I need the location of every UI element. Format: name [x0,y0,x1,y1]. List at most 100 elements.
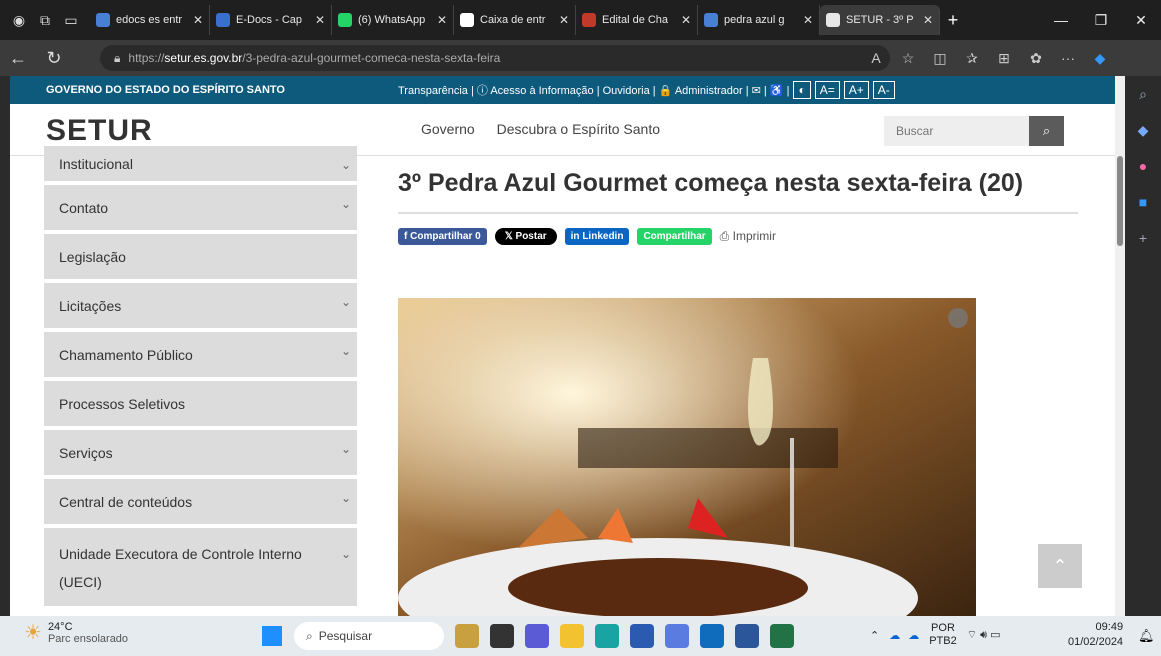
browser-tab[interactable]: SETUR - 3º P ✕ [820,5,940,35]
favorite-star-icon[interactable]: ☆ [892,50,924,67]
onedrive-icon[interactable]: ☁ [889,629,900,642]
x-post-button[interactable]: 𝕏 Postar [494,228,557,245]
facebook-share-button[interactable]: f Compartilhar 0 [398,228,487,245]
sidebar-item-label: Licitações [59,297,122,314]
copilot-icon[interactable]: ◆ [1084,50,1116,67]
site-search: ⌕ [884,116,1064,146]
tab-actions-icon[interactable]: ▭ [58,7,84,33]
file-explorer-icon[interactable] [560,624,584,648]
notification-bell-icon[interactable]: 🔔︎ [1138,628,1155,644]
url-field[interactable]: 🔒︎ https://setur.es.gov.br/3-pedra-azul-… [100,45,890,71]
add-icon[interactable]: + [1125,220,1161,256]
sidebar-item[interactable]: Serviços ⌄ [44,430,357,475]
sidebar-item[interactable]: Processos Seletivos [44,381,357,426]
tab-close-icon[interactable]: ✕ [193,13,203,27]
word-icon[interactable] [735,624,759,648]
chevron-down-icon[interactable]: ⌄ [341,442,351,456]
font-reset-button[interactable]: A= [814,81,840,99]
weather-widget[interactable]: ☀ 24°C Parc ensolarado [24,620,128,645]
browser-tabbar: ◉ ⧉ ▭ edocs es entr ✕ E-Docs - Cap ✕ (6) Wha… [0,0,1161,40]
browser-tab[interactable]: E-Docs - Cap ✕ [210,5,332,35]
minimize-icon[interactable]: — [1041,12,1081,28]
top-links[interactable]: Transparência | ⓘ Acesso à Informação | … [398,82,789,98]
profile-icon[interactable]: ◉ [6,7,32,33]
browser-tab[interactable]: (6) WhatsApp ✕ [332,5,454,35]
lang-code[interactable]: POR [929,622,957,635]
onedrive-icon[interactable]: ☁ [908,629,919,642]
page-scrollbar[interactable] [1115,76,1125,616]
outlook-icon[interactable] [700,624,724,648]
chevron-down-icon[interactable]: ⌄ [341,295,351,309]
windows-start-icon[interactable] [262,626,282,646]
edge-icon[interactable] [595,624,619,648]
chevron-down-icon[interactable]: ⌄ [341,158,351,172]
app-icon[interactable] [490,624,514,648]
chevron-down-icon[interactable]: ⌄ [341,491,351,505]
close-icon[interactable]: ✕ [1121,12,1161,29]
menu-governo[interactable]: Governo [421,121,475,137]
back-icon[interactable]: ← [0,48,36,69]
app-icon[interactable] [630,624,654,648]
tab-close-icon[interactable]: ✕ [437,13,447,27]
sidebar-item-label: Central de conteúdos [59,493,193,510]
browser-tab[interactable]: Caixa de entr ✕ [454,5,576,35]
sidebar-item[interactable]: Institucional ⌄ [44,146,357,181]
linkedin-share-button[interactable]: in Linkedin [564,228,630,245]
font-decrease-button[interactable]: A- [872,81,895,99]
sidebar-item[interactable]: Contato ⌄ [44,185,357,230]
menu-descubra[interactable]: Descubra o Espírito Santo [497,121,660,137]
games-icon[interactable]: ● [1125,148,1161,184]
browser-tab[interactable]: pedra azul g ✕ [698,5,820,35]
sidebar-item[interactable]: Unidade Executora de Controle Interno (U… [44,528,357,606]
article-photo[interactable] [398,298,976,616]
tab-close-icon[interactable]: ✕ [681,13,691,27]
back-to-top-button[interactable]: ⌃ [1038,544,1082,588]
tab-close-icon[interactable]: ✕ [315,13,325,27]
favorites-icon[interactable]: ✰ [956,50,988,67]
search-button[interactable]: ⌕ [1029,116,1064,146]
excel-icon[interactable] [770,624,794,648]
whatsapp-share-button[interactable]: Compartilhar [637,228,712,245]
temperature: 24°C [47,620,73,633]
wifi-icon[interactable]: ⌔ 🔊︎ ▭ [967,628,1001,642]
scrollbar-thumb[interactable] [1117,156,1123,246]
windows-taskbar: ☀ 24°C Parc ensolarado ⌕ Pesquisar ⌃ ☁ ☁ … [0,616,1161,656]
outlook-icon[interactable]: ■ [1125,184,1161,220]
sidebar-item[interactable]: Chamamento Público ⌄ [44,332,357,377]
taskbar-search[interactable]: ⌕ Pesquisar [294,622,444,650]
site-logo[interactable]: SETUR [46,114,153,148]
chevron-up-icon[interactable]: ⌃ [870,629,879,642]
contrast-button[interactable]: ◐ [793,81,811,99]
taskbar-clock[interactable]: 09:49 01/02/2024 [1068,620,1123,650]
browser-tab[interactable]: Edital de Cha ✕ [576,5,698,35]
search-icon[interactable]: ⌕ [1125,76,1161,112]
workspaces-icon[interactable]: ⧉ [32,7,58,33]
restore-icon[interactable]: ❐ [1081,12,1121,29]
read-aloud-icon[interactable]: A [860,50,892,66]
search-input[interactable] [884,116,1029,146]
sidebar-item[interactable]: Legislação [44,234,357,279]
app-icon[interactable] [525,624,549,648]
keyboard-code[interactable]: PTB2 [929,635,957,648]
more-menu-icon[interactable]: ··· [1052,50,1084,66]
app-icon[interactable] [665,624,689,648]
font-increase-button[interactable]: A+ [843,81,869,99]
shopping-icon[interactable]: ◆ [1125,112,1161,148]
chevron-down-icon[interactable]: ⌄ [341,540,351,568]
app-icon[interactable] [455,624,479,648]
tab-close-icon[interactable]: ✕ [923,13,933,27]
window-controls: — ❐ ✕ [1041,0,1161,40]
collections-icon[interactable]: ⊞ [988,50,1020,67]
tab-close-icon[interactable]: ✕ [559,13,569,27]
tab-close-icon[interactable]: ✕ [803,13,813,27]
refresh-icon[interactable]: ↻ [36,48,72,69]
new-tab-button[interactable]: + [940,7,966,33]
print-button[interactable]: ⎙ Imprimir [720,229,776,244]
split-screen-icon[interactable]: ◫ [924,50,956,67]
sidebar-item[interactable]: Licitações ⌄ [44,283,357,328]
chevron-down-icon[interactable]: ⌄ [341,344,351,358]
extensions-icon[interactable]: ✿ [1020,50,1052,67]
chevron-down-icon[interactable]: ⌄ [341,197,351,211]
browser-tab[interactable]: edocs es entr ✕ [90,5,210,35]
sidebar-item[interactable]: Central de conteúdos ⌄ [44,479,357,524]
